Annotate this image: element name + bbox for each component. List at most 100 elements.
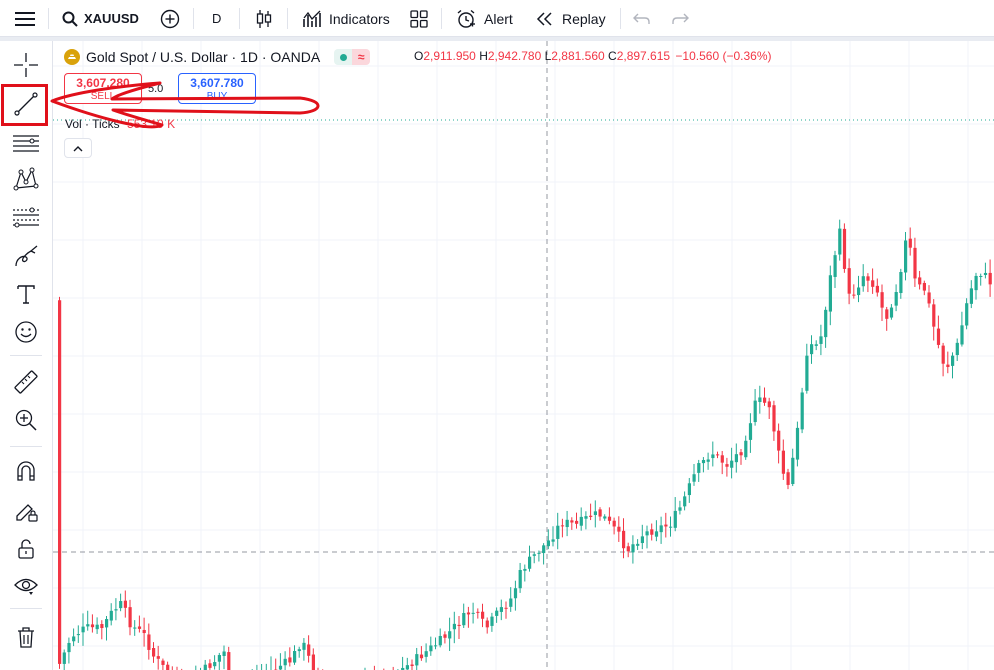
candle-body bbox=[885, 309, 889, 319]
candle-body bbox=[936, 328, 941, 345]
candle-body bbox=[913, 247, 917, 279]
candle-body bbox=[800, 392, 804, 430]
layouts-button[interactable] bbox=[410, 0, 428, 37]
text-icon bbox=[17, 285, 35, 304]
candle-body bbox=[659, 525, 663, 533]
candle-body bbox=[528, 556, 532, 569]
alert-button[interactable]: Alert bbox=[456, 0, 513, 37]
lock-drawing-tool[interactable] bbox=[10, 495, 42, 527]
candle-body bbox=[424, 651, 428, 657]
candle-body bbox=[485, 620, 489, 628]
candle-body bbox=[899, 272, 903, 294]
candle-body bbox=[772, 405, 776, 432]
symbol-search-button[interactable]: XAUUSD bbox=[62, 0, 139, 37]
candle-body bbox=[706, 459, 710, 462]
interval-button[interactable]: D bbox=[212, 0, 221, 37]
zoom-in-icon bbox=[15, 409, 37, 431]
emoji-tool[interactable] bbox=[10, 316, 42, 348]
zoom-in-tool[interactable] bbox=[10, 404, 42, 436]
candle-body bbox=[504, 607, 508, 609]
eye-icon bbox=[14, 578, 38, 595]
sell-button[interactable]: 3,607.280 SELL bbox=[64, 73, 142, 104]
candle-body bbox=[603, 516, 607, 519]
divider bbox=[620, 8, 621, 29]
magnet-tool[interactable] bbox=[10, 455, 42, 487]
candle-body bbox=[861, 276, 865, 287]
tool-divider bbox=[10, 355, 42, 356]
candle-body bbox=[951, 355, 955, 366]
volume-value: 553.19 K bbox=[127, 117, 176, 131]
search-icon bbox=[62, 11, 78, 27]
candle-body bbox=[575, 520, 579, 524]
candle-body bbox=[283, 658, 287, 666]
candle-body bbox=[730, 460, 734, 468]
lock-drawing-icon bbox=[16, 504, 38, 522]
candle-body bbox=[974, 275, 978, 291]
redo-button[interactable] bbox=[671, 0, 689, 37]
chart-type-button[interactable] bbox=[254, 0, 274, 37]
candle-body bbox=[518, 569, 522, 589]
candle-body bbox=[213, 662, 217, 667]
candle-body bbox=[311, 654, 315, 670]
menu-icon[interactable] bbox=[14, 0, 36, 37]
compare-symbol-button[interactable] bbox=[160, 0, 180, 37]
candles-icon bbox=[256, 9, 272, 28]
candle-body bbox=[607, 516, 612, 521]
ruler-icon bbox=[14, 370, 38, 394]
candle-body bbox=[880, 292, 884, 308]
replay-label: Replay bbox=[562, 10, 606, 27]
horizontal-lines-tool[interactable] bbox=[10, 127, 42, 159]
candle-body bbox=[133, 627, 137, 629]
indicators-button[interactable]: Indicators bbox=[302, 0, 390, 37]
candle-body bbox=[67, 642, 71, 653]
trash-tool[interactable] bbox=[10, 621, 42, 653]
market-status-badge[interactable]: ≈ bbox=[334, 49, 371, 65]
candle-body bbox=[556, 525, 560, 539]
candle-body bbox=[95, 624, 99, 630]
candle-body bbox=[203, 664, 207, 670]
volume-legend: Vol · Ticks 553.19 K bbox=[65, 117, 175, 131]
candle-body bbox=[123, 600, 127, 608]
candle-body bbox=[791, 457, 795, 485]
candle-body bbox=[579, 516, 583, 526]
candle-body bbox=[297, 649, 301, 652]
candle-body bbox=[622, 530, 626, 549]
ruler-tool[interactable] bbox=[10, 366, 42, 398]
candle-body bbox=[664, 524, 668, 527]
candle-body bbox=[955, 342, 959, 356]
pattern-tool[interactable] bbox=[10, 163, 42, 195]
candle-body bbox=[161, 660, 165, 665]
fib-tool[interactable] bbox=[10, 201, 42, 233]
indicators-icon bbox=[303, 10, 321, 27]
brush-tool[interactable] bbox=[10, 240, 42, 272]
candle-body bbox=[617, 526, 621, 532]
collapse-legend-button[interactable] bbox=[64, 138, 92, 158]
candle-body bbox=[307, 644, 311, 656]
buy-button[interactable]: 3,607.780 BUY bbox=[178, 73, 256, 104]
candle-body bbox=[842, 228, 847, 269]
candle-body bbox=[415, 654, 419, 666]
chart-pane[interactable] bbox=[53, 41, 994, 670]
candle-body bbox=[551, 539, 555, 542]
candle-body bbox=[678, 507, 682, 511]
price-chart[interactable] bbox=[53, 41, 994, 670]
tool-divider bbox=[10, 446, 42, 447]
candle-body bbox=[645, 531, 649, 536]
candle-body bbox=[208, 663, 212, 668]
candle-body bbox=[532, 554, 536, 556]
candle-body bbox=[419, 654, 424, 659]
visibility-tool[interactable] bbox=[10, 569, 42, 601]
lock-tool[interactable] bbox=[10, 533, 42, 565]
undo-button[interactable] bbox=[633, 0, 651, 37]
replay-button[interactable]: Replay bbox=[536, 0, 606, 37]
chevron-up-icon bbox=[73, 145, 83, 151]
high-value: 2,942.780 bbox=[487, 49, 542, 63]
divider bbox=[441, 8, 442, 29]
candle-body bbox=[697, 463, 701, 473]
pattern-icon bbox=[13, 167, 39, 191]
crosshair-tool[interactable] bbox=[10, 49, 42, 81]
text-tool[interactable] bbox=[10, 278, 42, 310]
gold-logo-icon bbox=[64, 49, 80, 65]
candle-body bbox=[828, 275, 832, 312]
candle-body bbox=[466, 612, 471, 615]
